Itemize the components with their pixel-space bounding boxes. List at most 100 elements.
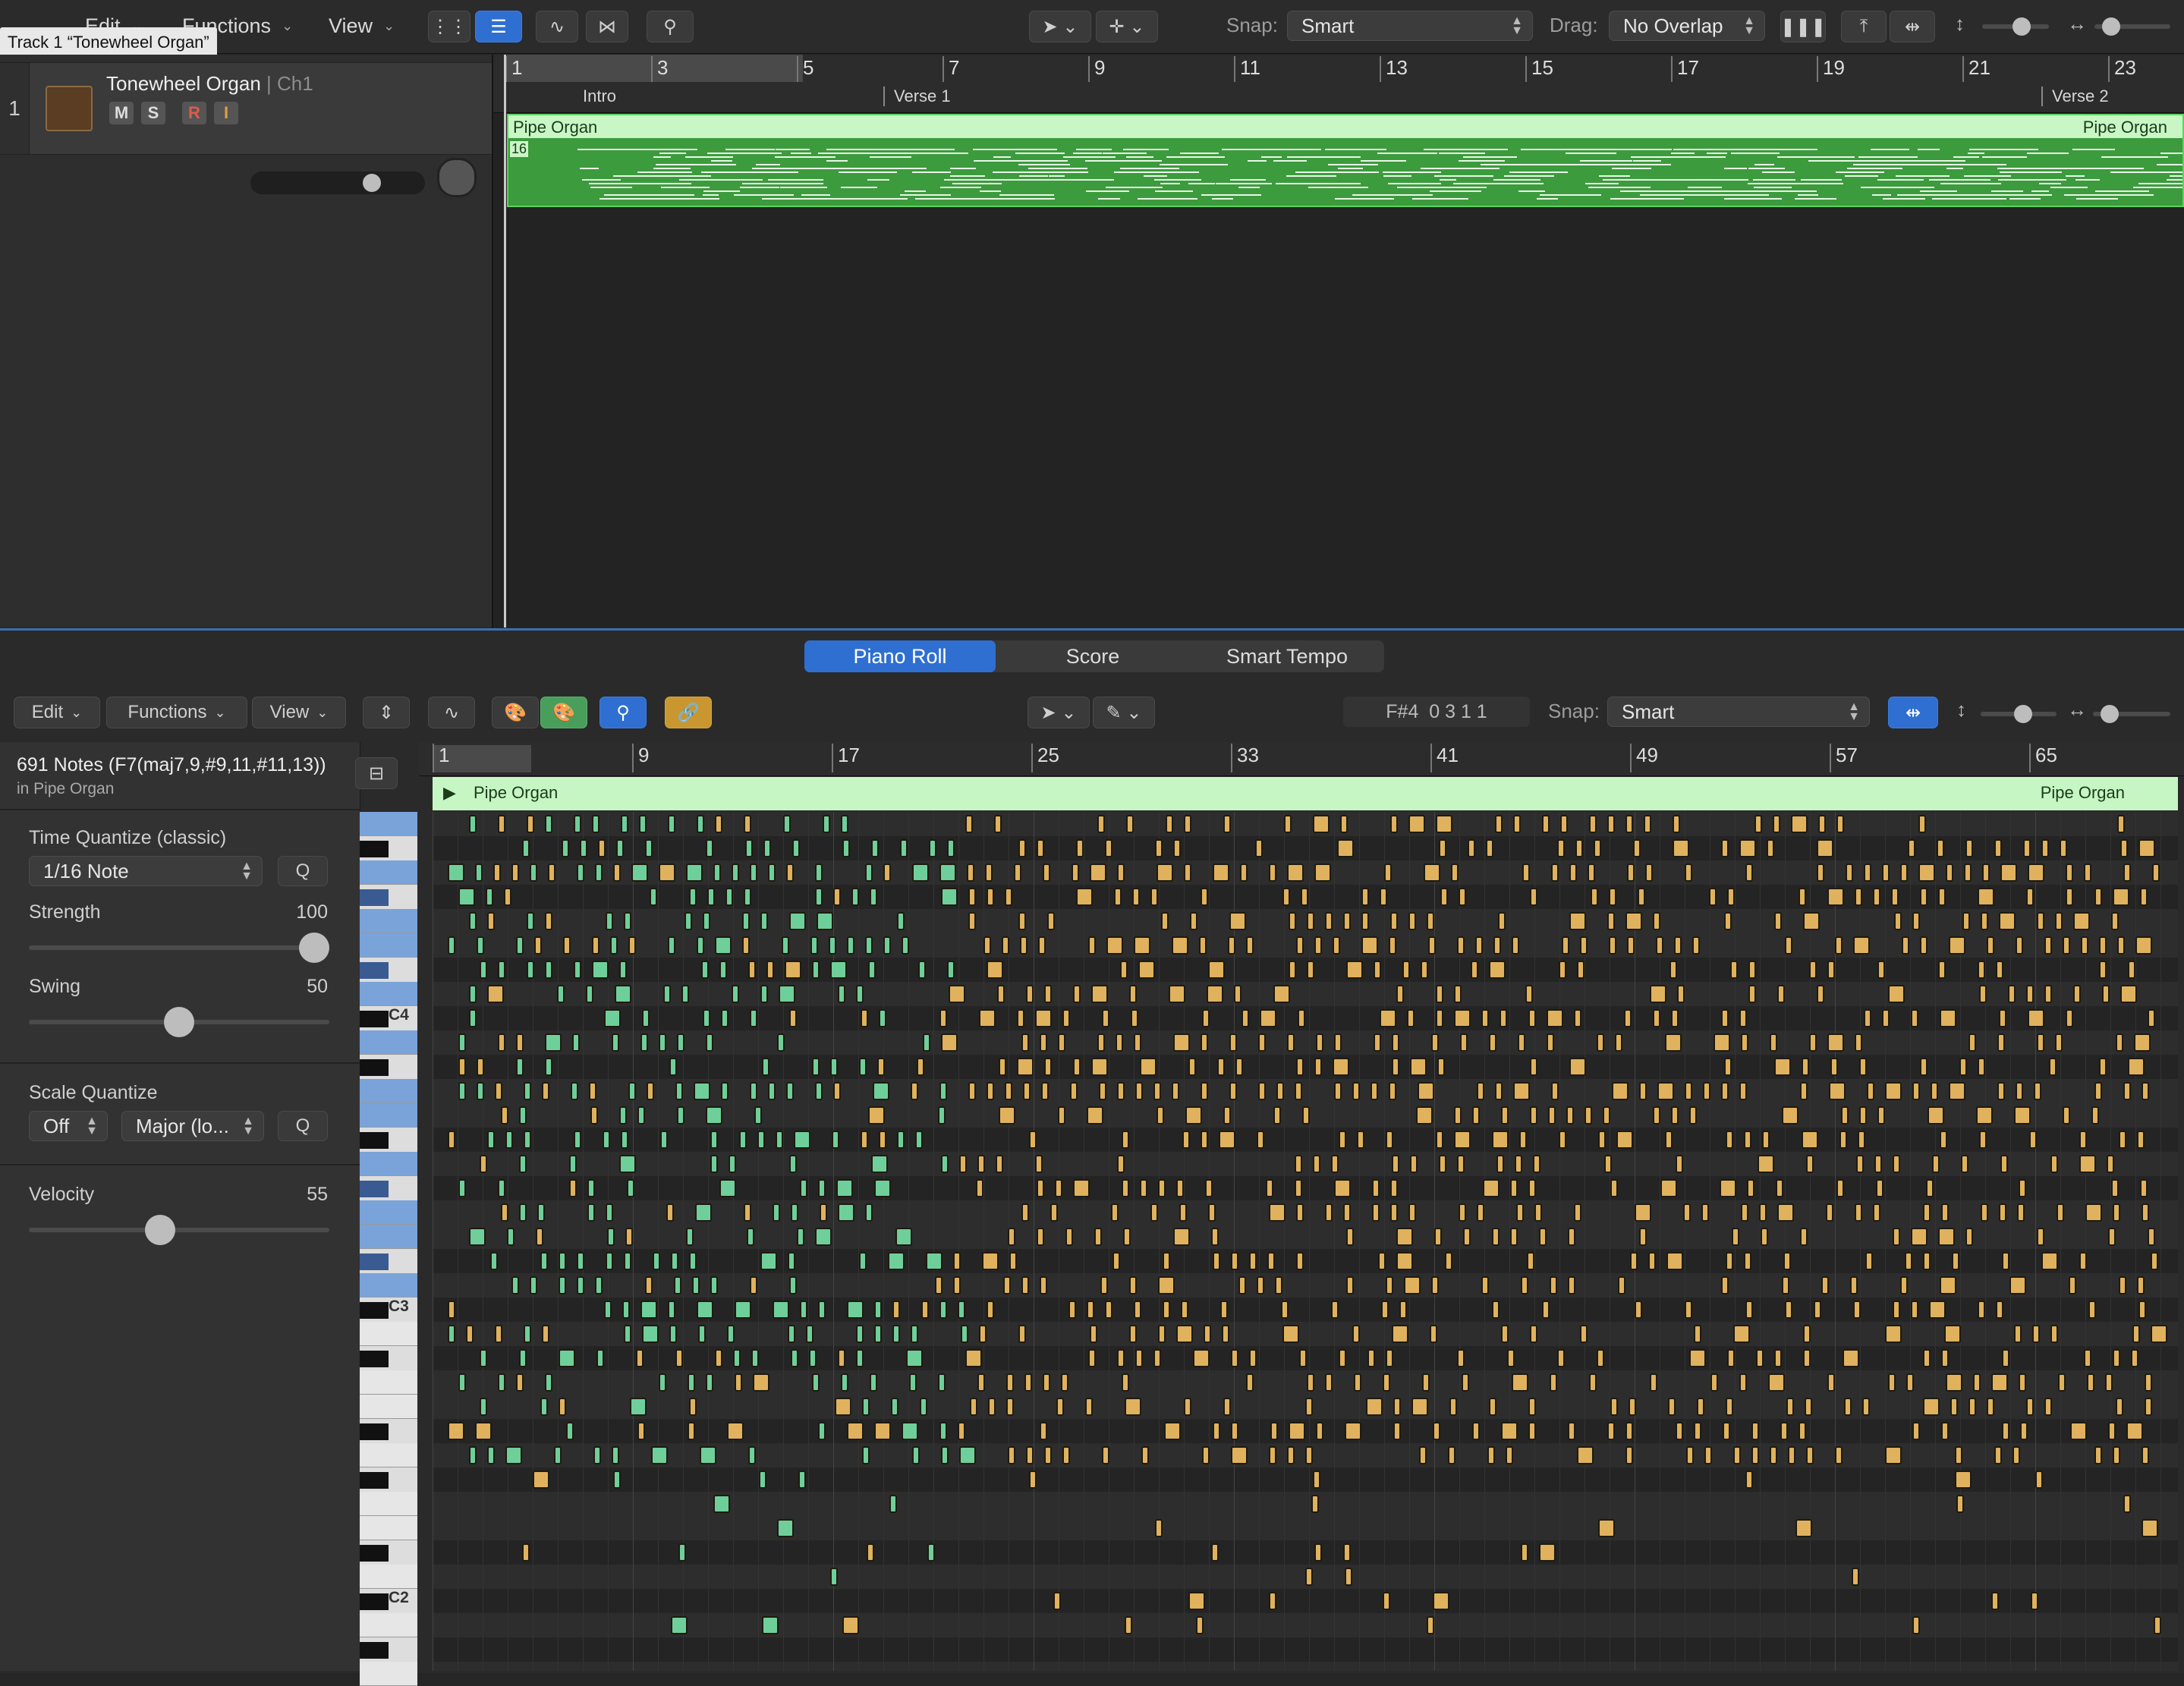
midi-note[interactable] bbox=[660, 1131, 668, 1149]
midi-note[interactable] bbox=[777, 1519, 794, 1537]
midi-note[interactable] bbox=[566, 1422, 574, 1440]
midi-note[interactable] bbox=[668, 815, 675, 833]
midi-note[interactable] bbox=[1201, 888, 1208, 906]
midi-note[interactable] bbox=[1249, 1252, 1257, 1270]
midi-note[interactable] bbox=[2037, 912, 2044, 930]
midi-note[interactable] bbox=[1805, 1398, 1812, 1416]
midi-note[interactable] bbox=[923, 1033, 930, 1052]
midi-note[interactable] bbox=[1689, 1349, 1706, 1367]
midi-note[interactable] bbox=[1591, 888, 1598, 906]
midi-note[interactable] bbox=[1859, 1058, 1867, 1076]
midi-note[interactable] bbox=[574, 1131, 581, 1149]
midi-note[interactable] bbox=[1072, 863, 1079, 882]
midi-note[interactable] bbox=[1512, 1373, 1528, 1392]
midi-note[interactable] bbox=[968, 1082, 976, 1100]
midi-note[interactable] bbox=[1062, 1446, 1070, 1464]
midi-note[interactable] bbox=[815, 888, 823, 906]
midi-note[interactable] bbox=[2066, 1009, 2073, 1027]
midi-note[interactable] bbox=[1710, 1373, 1718, 1392]
midi-note[interactable] bbox=[1607, 1422, 1615, 1440]
midi-note[interactable] bbox=[697, 936, 704, 955]
midi-note[interactable] bbox=[883, 936, 891, 955]
midi-note[interactable] bbox=[1741, 1033, 1748, 1052]
midi-note[interactable] bbox=[511, 1276, 519, 1294]
midi-note[interactable] bbox=[1228, 936, 1235, 955]
midi-note[interactable] bbox=[1038, 936, 1046, 955]
midi-note[interactable] bbox=[967, 863, 974, 882]
midi-note[interactable] bbox=[760, 1252, 777, 1270]
midi-note[interactable] bbox=[1419, 1446, 1427, 1464]
midi-note[interactable] bbox=[448, 1422, 464, 1440]
midi-note[interactable] bbox=[572, 1033, 580, 1052]
white-key[interactable] bbox=[360, 1492, 417, 1516]
midi-note[interactable] bbox=[1313, 815, 1330, 833]
midi-note[interactable] bbox=[1457, 936, 1465, 955]
black-key[interactable] bbox=[360, 841, 389, 857]
midi-note[interactable] bbox=[1721, 1009, 1729, 1027]
midi-note[interactable] bbox=[1140, 1179, 1147, 1197]
editor-horizontal-zoom-slider[interactable] bbox=[2093, 705, 2170, 723]
vertical-zoom-slider[interactable] bbox=[1982, 17, 2049, 36]
midi-note[interactable] bbox=[1668, 1398, 1676, 1416]
midi-note[interactable] bbox=[897, 1131, 905, 1149]
track-name[interactable]: Tonewheel Organ | Ch1 bbox=[106, 72, 313, 96]
midi-note[interactable] bbox=[2055, 912, 2063, 930]
midi-note[interactable] bbox=[735, 1373, 742, 1392]
midi-note[interactable] bbox=[874, 1422, 891, 1440]
midi-note[interactable] bbox=[1891, 888, 1899, 906]
midi-note[interactable] bbox=[706, 1033, 713, 1052]
midi-note[interactable] bbox=[1589, 1373, 1597, 1392]
midi-note[interactable] bbox=[477, 936, 484, 955]
midi-note[interactable] bbox=[1569, 1058, 1586, 1076]
midi-note[interactable] bbox=[1677, 985, 1685, 1003]
midi-note[interactable] bbox=[1894, 912, 1902, 930]
white-key[interactable] bbox=[360, 1395, 417, 1419]
midi-note[interactable] bbox=[1134, 936, 1150, 955]
midi-note[interactable] bbox=[1044, 1058, 1052, 1076]
midi-note[interactable] bbox=[870, 888, 877, 906]
midi-note[interactable] bbox=[1392, 1325, 1408, 1343]
midi-note[interactable] bbox=[1393, 1422, 1401, 1440]
midi-note[interactable] bbox=[1864, 1009, 1871, 1027]
midi-note[interactable] bbox=[1949, 1082, 1965, 1100]
midi-note[interactable] bbox=[1569, 912, 1586, 930]
midi-note[interactable] bbox=[1777, 1203, 1794, 1222]
midi-note[interactable] bbox=[642, 1009, 650, 1027]
midi-note[interactable] bbox=[2135, 936, 2152, 955]
midi-note[interactable] bbox=[610, 936, 618, 955]
midi-note[interactable] bbox=[527, 961, 534, 979]
midi-note[interactable] bbox=[1390, 1203, 1398, 1222]
midi-note[interactable] bbox=[1920, 1058, 1928, 1076]
midi-note[interactable] bbox=[1184, 815, 1191, 833]
midi-note[interactable] bbox=[1912, 1616, 1920, 1634]
midi-note[interactable] bbox=[1782, 1276, 1789, 1294]
midi-note[interactable] bbox=[590, 1106, 598, 1125]
midi-note[interactable] bbox=[1208, 961, 1225, 979]
midi-note[interactable] bbox=[1241, 1009, 1249, 1027]
midi-note[interactable] bbox=[1577, 961, 1585, 979]
midi-note[interactable] bbox=[1557, 1349, 1565, 1367]
midi-note[interactable] bbox=[1817, 839, 1833, 857]
midi-note[interactable] bbox=[1150, 888, 1158, 906]
midi-note[interactable] bbox=[1559, 1131, 1566, 1149]
midi-note[interactable] bbox=[1489, 1033, 1496, 1052]
midi-note[interactable] bbox=[650, 888, 657, 906]
midi-note[interactable] bbox=[1964, 863, 1972, 882]
midi-note[interactable] bbox=[742, 936, 750, 955]
midi-note[interactable] bbox=[1814, 1301, 1821, 1319]
midi-note[interactable] bbox=[1726, 1398, 1733, 1416]
midi-note[interactable] bbox=[1745, 1471, 1753, 1489]
midi-note[interactable] bbox=[871, 1155, 888, 1173]
midi-note[interactable] bbox=[1850, 1276, 1858, 1294]
midi-note[interactable] bbox=[1026, 985, 1034, 1003]
midi-note[interactable] bbox=[1782, 1106, 1798, 1125]
midi-note[interactable] bbox=[688, 1422, 695, 1440]
midi-note[interactable] bbox=[968, 912, 976, 930]
midi-note[interactable] bbox=[1314, 1058, 1322, 1076]
midi-note[interactable] bbox=[1428, 936, 1436, 955]
midi-note[interactable] bbox=[751, 1349, 759, 1367]
midi-note[interactable] bbox=[1788, 1446, 1795, 1464]
midi-note[interactable] bbox=[1043, 1373, 1050, 1392]
midi-note[interactable] bbox=[1635, 1301, 1642, 1319]
white-key[interactable] bbox=[360, 1152, 417, 1176]
